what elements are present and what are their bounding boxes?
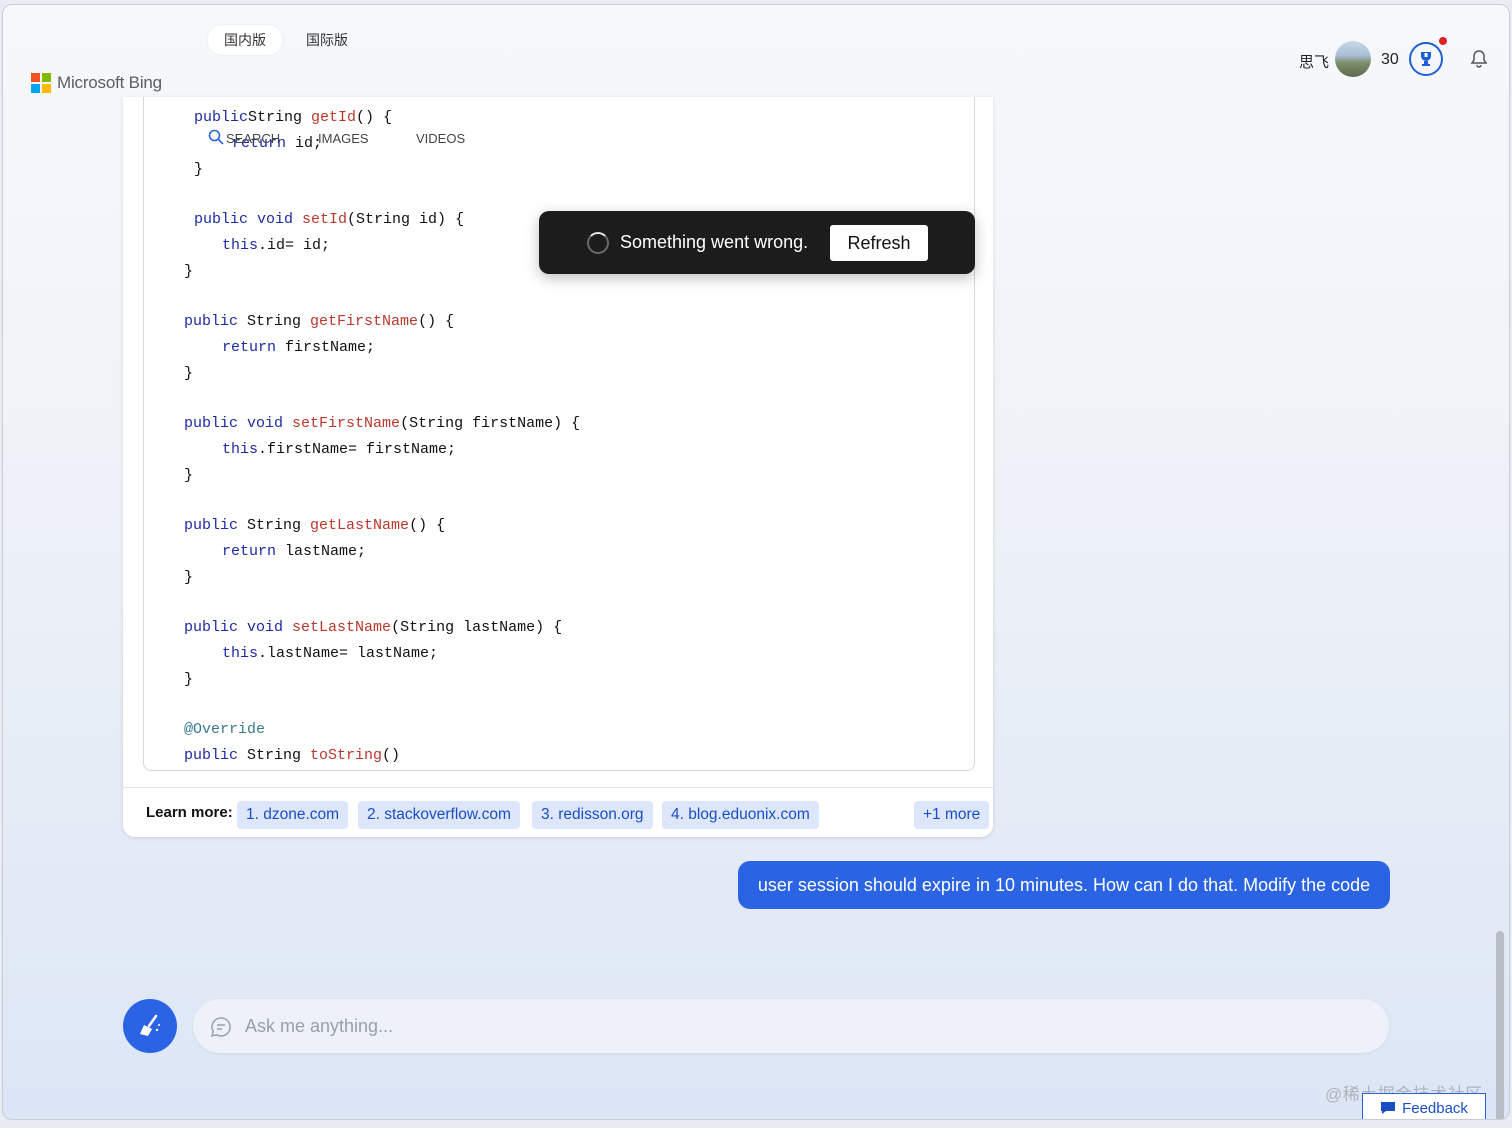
code-line: } (184, 263, 194, 280)
refresh-button[interactable]: Refresh (830, 225, 928, 261)
bing-logo[interactable]: Microsoft Bing (31, 73, 162, 93)
avatar[interactable] (1335, 41, 1371, 77)
scrollbar-thumb[interactable] (1496, 931, 1504, 1119)
brand-name: Microsoft Bing (57, 73, 162, 92)
code-line: public String getLastName() { (184, 517, 446, 534)
code-line: } (194, 161, 204, 178)
browser-window: 国内版 国际版 Microsoft Bing 思飞 30 publicStrin… (2, 4, 1510, 1120)
bell-icon[interactable] (1469, 49, 1489, 69)
region-tab-china[interactable]: 国内版 (208, 25, 282, 55)
learn-more-bar: Learn more: 1. dzone.com 2. stackoverflo… (123, 787, 993, 837)
loading-spinner-icon (587, 232, 609, 254)
user-area: 思飞 30 (1289, 37, 1509, 81)
error-toast: Something went wrong. Refresh (539, 211, 975, 274)
rewards-trophy-icon[interactable] (1409, 42, 1443, 76)
code-line: return lastName; (222, 543, 367, 560)
source-link-1[interactable]: 1. dzone.com (237, 801, 349, 829)
user-name[interactable]: 思飞 (1299, 51, 1329, 72)
code-line: public void setFirstName(String firstNam… (184, 415, 581, 432)
code-line: } (184, 365, 194, 382)
code-line: public void setId(String id) { (194, 211, 465, 228)
code-line: this.lastName= lastName; (222, 645, 439, 662)
code-line: return firstName; (222, 339, 376, 356)
code-line: } (184, 467, 194, 484)
code-line: @Override (184, 721, 266, 738)
new-topic-button[interactable] (123, 999, 177, 1053)
region-tabs: 国内版 国际版 (208, 25, 364, 55)
error-message: Something went wrong. (620, 232, 809, 252)
code-line: public String toString() (184, 747, 401, 764)
feedback-icon (1381, 1102, 1396, 1114)
search-icon (208, 129, 224, 145)
region-tab-international[interactable]: 国际版 (290, 25, 364, 55)
feedback-button[interactable]: Feedback (1362, 1093, 1486, 1119)
code-line: this.id= id; (222, 237, 331, 254)
feedback-label: Feedback (1402, 1099, 1468, 1117)
code-line: public void setLastName(String lastName)… (184, 619, 563, 636)
rewards-points[interactable]: 30 (1381, 51, 1399, 69)
notification-dot (1439, 37, 1447, 45)
code-line: public String getFirstName() { (184, 313, 455, 330)
code-line: } (184, 569, 194, 586)
nav-search[interactable]: SEARCH (226, 131, 280, 146)
microsoft-logo-icon (31, 73, 51, 93)
broom-icon (140, 1014, 160, 1036)
more-sources-button[interactable]: +1 more (914, 801, 990, 829)
code-line: } (184, 671, 194, 688)
search-nav: SEARCH IMAGES VIDEOS (208, 129, 465, 146)
code-line: this.firstName= firstName; (222, 441, 457, 458)
source-link-3[interactable]: 3. redisson.org (532, 801, 653, 829)
learn-more-label: Learn more: (146, 804, 233, 821)
code-block: publicString getId() {return id;} public … (143, 97, 975, 771)
source-link-4[interactable]: 4. blog.eduonix.com (662, 801, 819, 829)
chat-bubble-icon (210, 1017, 231, 1038)
nav-images[interactable]: IMAGES (318, 131, 369, 146)
answer-card: publicString getId() {return id;} public … (123, 97, 993, 837)
nav-videos[interactable]: VIDEOS (416, 131, 465, 146)
code-line: publicString getId() { (194, 109, 393, 126)
source-link-2[interactable]: 2. stackoverflow.com (358, 801, 520, 829)
user-message-bubble: user session should expire in 10 minutes… (738, 861, 1390, 909)
ask-input[interactable] (245, 999, 1345, 1053)
chat-input-bar (193, 999, 1389, 1053)
